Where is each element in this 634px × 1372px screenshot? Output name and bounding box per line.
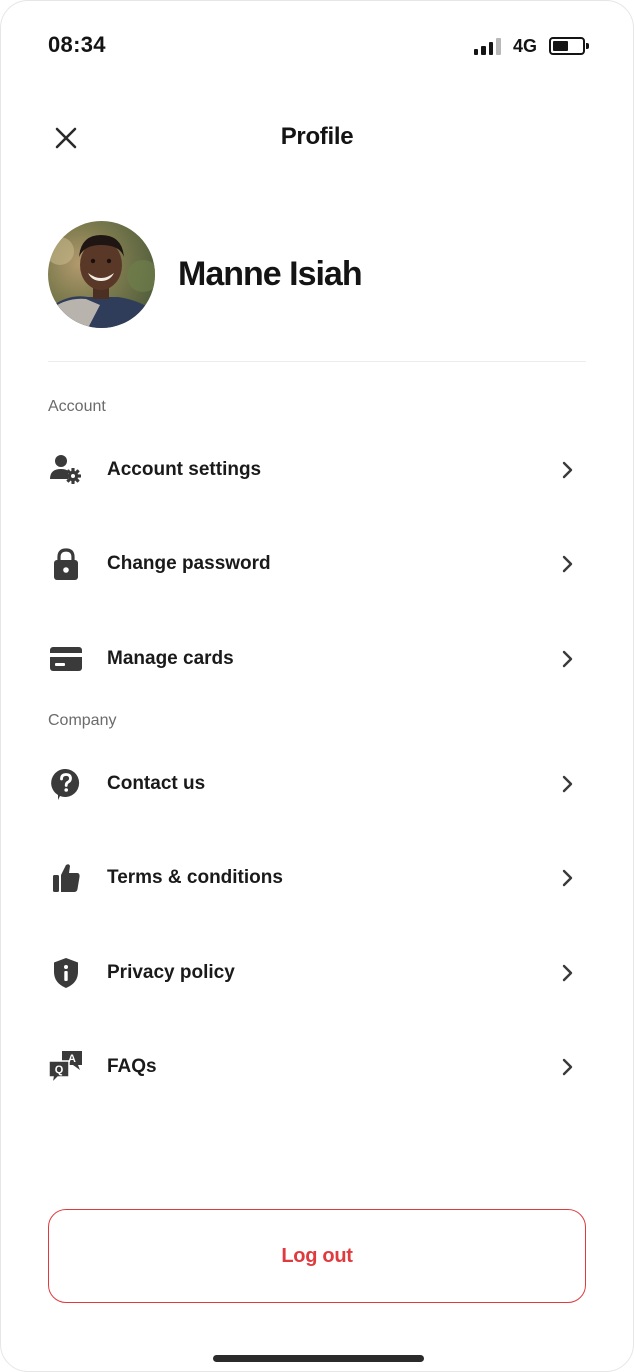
svg-text:Q: Q (55, 1064, 64, 1076)
divider (48, 361, 586, 362)
status-bar: 08:34 4G (1, 1, 633, 93)
menu-label: Change password (107, 553, 271, 574)
menu-label: Privacy policy (107, 962, 235, 983)
user-settings-icon (48, 452, 84, 488)
network-type: 4G (512, 35, 537, 56)
chevron-right-icon (558, 554, 578, 574)
chevron-right-icon (558, 1057, 578, 1077)
status-time: 08:34 (48, 32, 106, 57)
profile-header: Manne Isiah (48, 220, 586, 328)
help-bubble-icon (48, 766, 84, 802)
battery-icon (549, 37, 589, 55)
chevron-right-icon (558, 460, 578, 480)
chevron-right-icon (558, 868, 578, 888)
qa-bubbles-icon: A Q (48, 1049, 84, 1085)
menu-label: Account settings (107, 459, 262, 480)
avatar[interactable] (48, 220, 155, 328)
lock-icon (48, 546, 84, 582)
menu-label: Terms & conditions (107, 867, 283, 888)
signal-icon (473, 37, 501, 55)
page-title: Profile (280, 123, 354, 150)
menu-item-faqs[interactable]: A Q FAQs (48, 1037, 586, 1097)
menu-item-account-settings[interactable]: Account settings (48, 440, 586, 500)
menu-item-terms[interactable]: Terms & conditions (48, 848, 586, 908)
chevron-right-icon (558, 774, 578, 794)
chevron-right-icon (558, 649, 578, 669)
menu-item-change-password[interactable]: Change password (48, 534, 586, 594)
section-label-company: Company (48, 712, 117, 729)
user-name: Manne Isiah (178, 254, 363, 293)
menu-item-manage-cards[interactable]: Manage cards (48, 629, 586, 689)
section-label-account: Account (48, 398, 106, 415)
header: Profile (1, 111, 633, 167)
profile-screen: 08:34 4G Profile Manne Isiah Account Acc… (0, 0, 634, 1372)
menu-label: Manage cards (107, 648, 234, 669)
menu-item-privacy-policy[interactable]: Privacy policy (48, 943, 586, 1003)
thumbs-up-icon (48, 860, 84, 896)
logout-button[interactable]: Log out (48, 1209, 586, 1303)
shield-info-icon (48, 955, 84, 991)
menu-item-contact-us[interactable]: Contact us (48, 754, 586, 814)
menu-label: FAQs (107, 1056, 157, 1077)
logout-label: Log out (281, 1244, 353, 1267)
status-indicators: 4G (473, 34, 589, 58)
home-indicator[interactable] (213, 1355, 424, 1362)
chevron-right-icon (558, 963, 578, 983)
menu-label: Contact us (107, 773, 206, 794)
credit-card-icon (48, 641, 84, 677)
